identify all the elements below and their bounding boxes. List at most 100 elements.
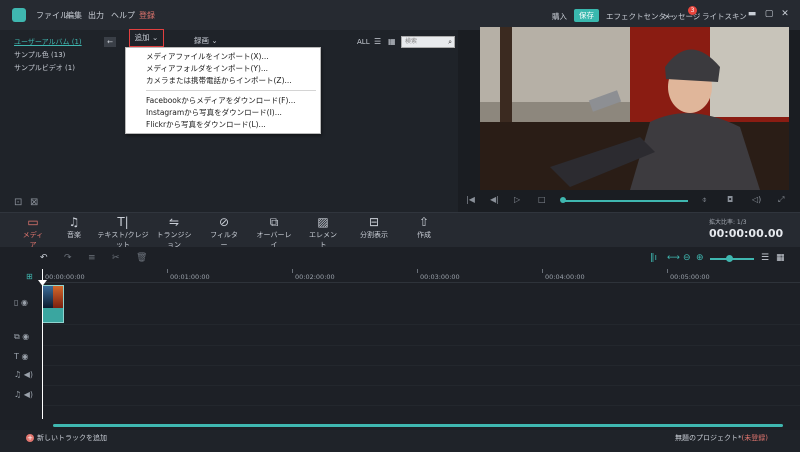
message-badge: 3: [688, 6, 697, 15]
maximize-icon[interactable]: ▢: [764, 9, 774, 19]
tool-label: 音楽: [67, 231, 81, 239]
speaker-icon[interactable]: ◀): [24, 370, 33, 379]
play-icon[interactable]: ▷: [514, 195, 520, 204]
search-icon: ⌕: [448, 38, 452, 46]
trash-icon[interactable]: 🗑: [136, 253, 147, 263]
filter-all[interactable]: ALL: [357, 38, 370, 46]
add-track-label: 新しいトラックを追加: [37, 434, 107, 442]
collapse-arrow-icon[interactable]: ←: [104, 37, 116, 47]
scrubber-handle[interactable]: [560, 197, 566, 203]
volume-icon[interactable]: ◁): [752, 195, 761, 204]
tool-label: 作成: [417, 231, 431, 239]
undo-icon[interactable]: ↶: [40, 253, 48, 263]
zoom-out-icon[interactable]: ⊖: [683, 253, 691, 263]
list-view-icon[interactable]: ☰: [374, 37, 383, 46]
tool-text[interactable]: T| テキスト/クレジット: [96, 214, 150, 250]
record-label: 録画: [194, 36, 209, 45]
export-icon: ⇧: [418, 215, 430, 229]
eye-icon[interactable]: ◉: [22, 332, 29, 341]
tool-music[interactable]: ♫ 音楽: [62, 214, 86, 240]
grid-view-icon[interactable]: ▦: [388, 37, 397, 46]
track-manager-icon[interactable]: ⊞: [26, 272, 33, 281]
tool-label: 分割表示: [360, 231, 388, 239]
music-track-2[interactable]: [42, 386, 800, 406]
tool-element[interactable]: ▨ エレメント: [308, 214, 338, 250]
step-back-icon[interactable]: ◀|: [490, 195, 499, 204]
text-icon: T|: [117, 215, 129, 229]
menu-help[interactable]: ヘルプ: [111, 10, 135, 21]
music-track-header: ♫ ◀): [0, 390, 42, 410]
video-track-icon: ▯: [14, 298, 19, 307]
snapshot-icon[interactable]: ◘: [727, 195, 733, 204]
music-track-1[interactable]: [42, 366, 800, 386]
cut-icon[interactable]: ✂: [112, 253, 120, 263]
menu-download-instagram[interactable]: Instagramから写真をダウンロード(I)...: [146, 107, 282, 118]
skip-start-icon[interactable]: |◀: [466, 195, 475, 204]
album-sample-colors[interactable]: サンプル色 (13): [14, 50, 65, 60]
overlay-icon: ⧉: [269, 215, 279, 229]
album-user[interactable]: ユーザーアルバム (1): [14, 37, 82, 47]
music-track-header: ♫ ◀): [0, 370, 42, 390]
track-grid-icon[interactable]: ▦: [776, 253, 785, 263]
audio-mixer-icon[interactable]: ‖ı: [650, 253, 657, 263]
text-track-header: T ◉: [0, 352, 42, 372]
project-title: 無題のプロジェクト*: [675, 434, 742, 442]
tool-media[interactable]: ▭ メディア: [20, 214, 46, 250]
chevron-down-icon: ⌄: [211, 36, 218, 45]
tool-export[interactable]: ⇧ 作成: [412, 214, 436, 240]
adjust-icon[interactable]: ≡: [88, 253, 96, 263]
minimize-icon[interactable]: ▬: [747, 9, 757, 19]
fit-icon[interactable]: ⟷: [667, 253, 680, 263]
menu-register[interactable]: 登録: [139, 10, 155, 21]
zoom-slider-handle[interactable]: [726, 255, 733, 262]
menu-import-folder[interactable]: メディアフォルダをインポート(Y)...: [146, 63, 268, 74]
close-icon[interactable]: ✕: [780, 9, 790, 19]
ruler-tick: 00:03:00:00: [420, 273, 460, 281]
menu-export[interactable]: 出力: [88, 10, 104, 21]
menu-file[interactable]: ファイル: [36, 10, 68, 21]
timeline-ruler[interactable]: 00:00:00:00 00:01:00:00 00:02:00:00 00:0…: [42, 269, 800, 283]
track-list-icon[interactable]: ☰: [761, 253, 769, 263]
menu-edit[interactable]: 編集: [66, 10, 82, 21]
tool-filter[interactable]: ⊘ フィルター: [208, 214, 240, 250]
playhead[interactable]: [42, 269, 43, 419]
plus-icon: +: [26, 434, 34, 442]
menu-download-facebook[interactable]: Facebookからメディアをダウンロード(F)...: [146, 95, 296, 106]
transition-icon: ⇋: [168, 215, 180, 229]
timeline-scrollbar[interactable]: [53, 424, 783, 427]
menu-download-flickr[interactable]: Flickrから写真をダウンロード(L)...: [146, 119, 266, 130]
text-track[interactable]: [42, 346, 800, 366]
zoom-ratio: 拡大比率: 1/3: [709, 219, 747, 226]
save-button[interactable]: 保存: [574, 9, 599, 22]
split-screen-icon: ⊟: [368, 215, 380, 229]
fullscreen-icon[interactable]: ⤢: [778, 195, 784, 205]
microphone-icon[interactable]: ⌽: [702, 195, 707, 205]
menu-import-device[interactable]: カメラまたは携帯電話からインポート(Z)...: [146, 75, 292, 86]
light-skin-link[interactable]: ライトスキン: [702, 11, 747, 22]
video-track[interactable]: [42, 285, 800, 325]
tool-transition[interactable]: ⇋ トランジション: [154, 214, 194, 250]
eye-icon[interactable]: ◉: [21, 352, 28, 361]
delete-folder-icon[interactable]: ⊠: [30, 197, 38, 208]
overlay-track[interactable]: [42, 326, 800, 346]
tool-split-screen[interactable]: ⊟ 分割表示: [359, 214, 389, 240]
menu-divider: [146, 90, 316, 91]
add-track-button[interactable]: + 新しいトラックを追加: [26, 433, 107, 443]
search-input[interactable]: 検索 ⌕: [401, 36, 455, 48]
add-menu-button[interactable]: 追加 ⌄: [129, 29, 164, 47]
preview-scrubber[interactable]: [563, 200, 688, 202]
add-label: 追加: [134, 33, 150, 42]
album-sample-video[interactable]: サンプルビデオ (1): [14, 63, 75, 73]
zoom-in-icon[interactable]: ⊕: [696, 253, 704, 263]
new-folder-icon[interactable]: ⊡: [14, 197, 22, 208]
speaker-icon[interactable]: ◀): [24, 390, 33, 399]
menu-import-files[interactable]: メディアファイルをインポート(X)...: [146, 51, 269, 62]
video-track-header: ▯ ◉: [0, 298, 42, 318]
eye-icon[interactable]: ◉: [21, 298, 28, 307]
tool-overlay[interactable]: ⧉ オーバーレイ: [256, 214, 292, 250]
record-menu-button[interactable]: 録画 ⌄: [194, 35, 218, 46]
buy-link[interactable]: 購入: [552, 11, 567, 22]
folder-icon: ▭: [27, 215, 39, 229]
stop-icon[interactable]: □: [538, 195, 546, 204]
redo-icon[interactable]: ↷: [64, 253, 72, 263]
